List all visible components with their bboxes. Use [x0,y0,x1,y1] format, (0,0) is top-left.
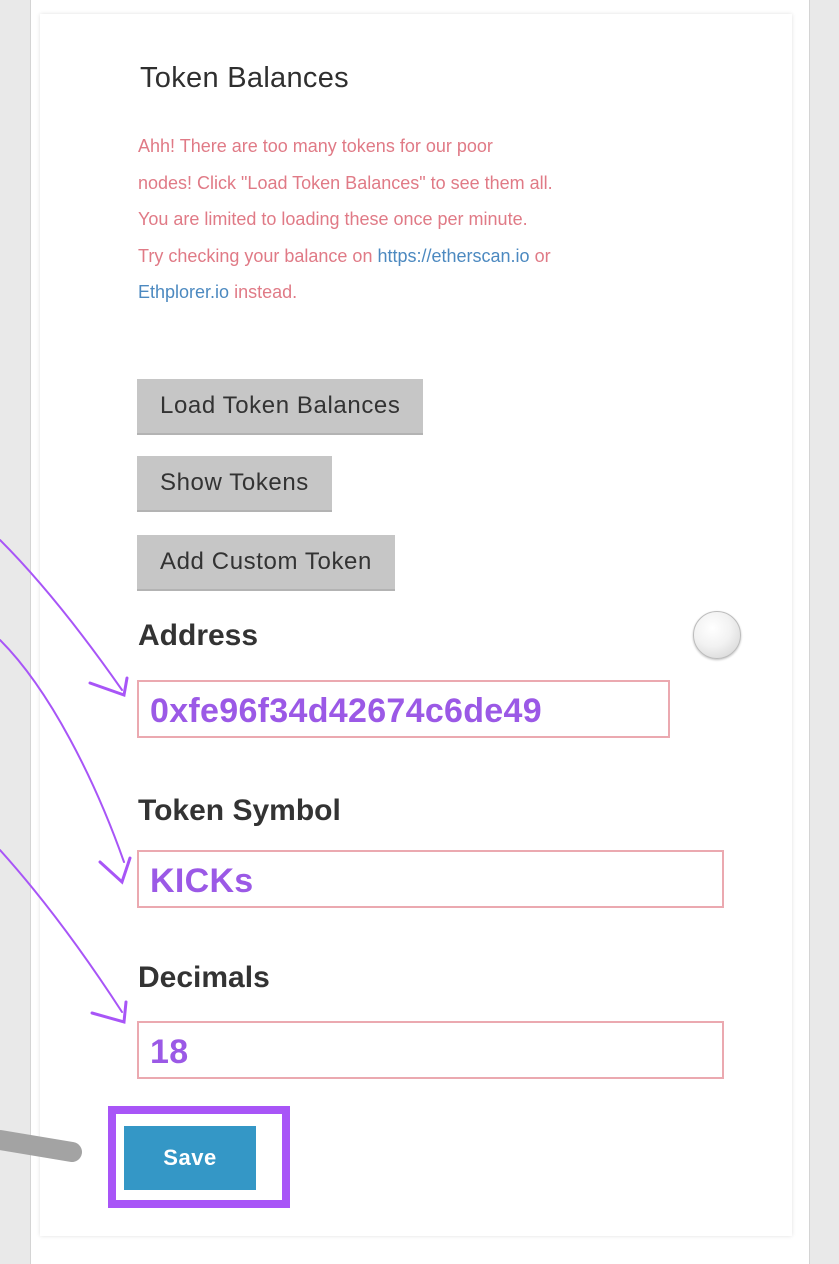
arrow-to-symbol [0,639,125,863]
pointer-bar [0,1130,82,1162]
arrow-to-symbol-head [98,856,132,885]
arrow-to-address-head [88,676,129,698]
arrow-to-address [0,539,123,691]
annotation-overlay [0,539,132,1162]
arrow-to-decimals [0,849,123,1013]
